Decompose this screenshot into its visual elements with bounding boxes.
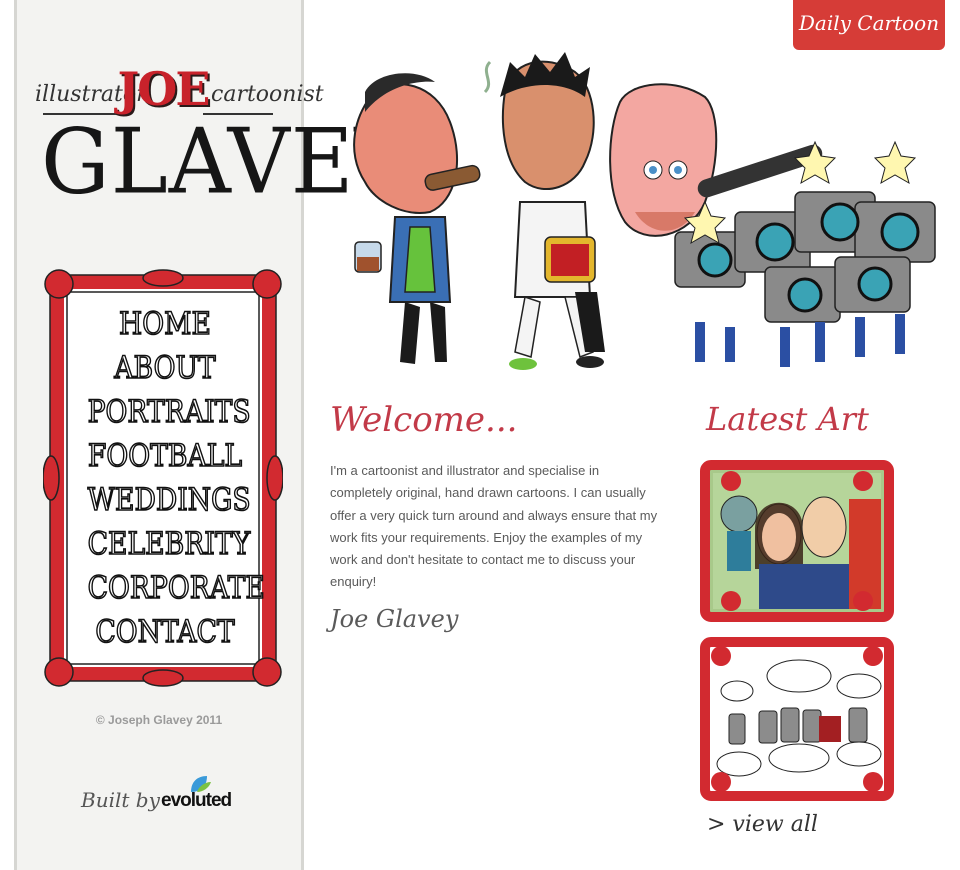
signature-text: Joe Glavey [330, 605, 459, 633]
sidebar: illustrator cartoonist JOE GLAVEY HOME A… [14, 0, 413, 870]
cartoon-figure-footballer-icon [500, 52, 605, 370]
cartoon-photographers-icon [674, 140, 936, 367]
nav-item-contact[interactable]: CONTACT [88, 610, 243, 654]
nav-frame: HOME ABOUT PORTRAITS FOOTBALL WEDDINGS C… [43, 268, 283, 688]
nav-item-football[interactable]: FOOTBALL [87, 434, 243, 478]
welcome-heading: Welcome... [330, 400, 518, 440]
logo-last-name: GLAVEY [41, 109, 413, 215]
nav-item-celebrity[interactable]: CELEBRITY [87, 522, 251, 566]
hero-cartoon-illustration [353, 52, 936, 370]
latest-art-thumbnail-comic[interactable] [699, 636, 895, 802]
nav-item-portraits[interactable]: PORTRAITS [87, 390, 251, 434]
nav-item-about[interactable]: ABOUT [88, 346, 243, 390]
nav-item-corporate[interactable]: CORPORATE [87, 566, 266, 610]
evoluted-logo: evoluted [161, 790, 232, 811]
nav-item-home[interactable]: HOME [88, 302, 243, 346]
daily-cartoon-button[interactable]: Daily Cartoon › [793, 0, 945, 81]
logo-cartoonist-text: cartoonist [211, 82, 324, 107]
cartoon-figure-cigar-icon [353, 60, 492, 364]
logo-first-name: JOE [117, 62, 211, 116]
copyright-text: © Joseph Glavey 2011 [95, 713, 223, 727]
main-nav: HOME ABOUT PORTRAITS FOOTBALL WEDDINGS C… [75, 302, 266, 654]
view-all-link[interactable]: > view all [707, 812, 818, 837]
latest-art-heading: Latest Art [706, 400, 869, 438]
built-by-text: Built by [81, 788, 160, 812]
welcome-paragraph: I'm a cartoonist and illustrator and spe… [330, 463, 658, 590]
latest-art-thumbnail-royal[interactable] [699, 459, 895, 623]
nav-item-weddings[interactable]: WEDDINGS [87, 478, 251, 522]
